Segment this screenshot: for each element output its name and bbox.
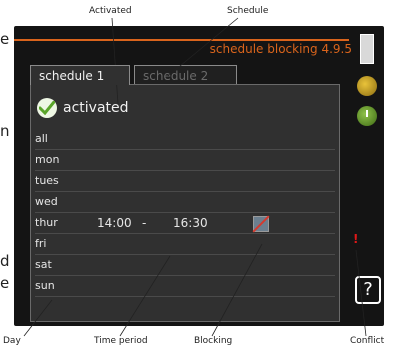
day-label: sun (35, 279, 55, 292)
edge-text-right-low-2: e (0, 274, 10, 292)
callout-activated: Activated (89, 6, 132, 16)
callout-conflict: Conflict (350, 336, 385, 346)
coin-icon[interactable] (357, 76, 377, 96)
schedule-panel: activated all mon tues wed thur 14:00 - … (30, 84, 340, 322)
screen-title: schedule blocking 4.9.5 (209, 42, 352, 56)
edge-text-right-top: e (0, 30, 10, 48)
day-label: sat (35, 258, 52, 271)
day-list: all mon tues wed thur 14:00 - 16:30 fri (35, 129, 335, 297)
callout-day: Day (3, 336, 21, 346)
day-row-thur[interactable]: thur 14:00 - 16:30 (35, 213, 335, 234)
tab-schedule-1[interactable]: schedule 1 (30, 65, 130, 85)
day-label: tues (35, 174, 59, 187)
day-label: fri (35, 237, 47, 250)
start-time[interactable]: 14:00 (97, 213, 132, 233)
callout-schedule: Schedule (227, 6, 269, 16)
day-label: all (35, 132, 48, 145)
edge-text-right-low-1: d (0, 252, 10, 270)
title-rule (14, 39, 349, 41)
day-label: thur (35, 216, 58, 229)
day-row[interactable]: wed (35, 192, 335, 213)
check-icon (37, 98, 57, 118)
day-row[interactable]: sat (35, 255, 335, 276)
tab-schedule-2[interactable]: schedule 2 (134, 65, 237, 85)
activated-toggle[interactable]: activated (37, 97, 129, 119)
day-row[interactable]: sun (35, 276, 335, 297)
blocking-icon[interactable] (253, 216, 269, 232)
day-label: wed (35, 195, 58, 208)
activated-label: activated (63, 100, 129, 116)
clock-icon[interactable] (357, 106, 377, 126)
day-row[interactable]: tues (35, 171, 335, 192)
help-icon[interactable]: ? (355, 276, 381, 304)
end-time[interactable]: 16:30 (173, 213, 208, 233)
display-screen: schedule blocking 4.9.5 schedule 1 sched… (14, 26, 384, 326)
day-row[interactable]: mon (35, 150, 335, 171)
conflict-icon: ! (353, 232, 359, 246)
edge-text-right-mid: n (0, 122, 10, 140)
callout-blocking: Blocking (194, 336, 233, 346)
callout-time-period: Time period (94, 336, 148, 346)
time-dash: - (142, 216, 147, 230)
scrollbar-icon[interactable] (360, 34, 374, 64)
day-row[interactable]: fri (35, 234, 335, 255)
day-label: mon (35, 153, 60, 166)
day-row[interactable]: all (35, 129, 335, 150)
